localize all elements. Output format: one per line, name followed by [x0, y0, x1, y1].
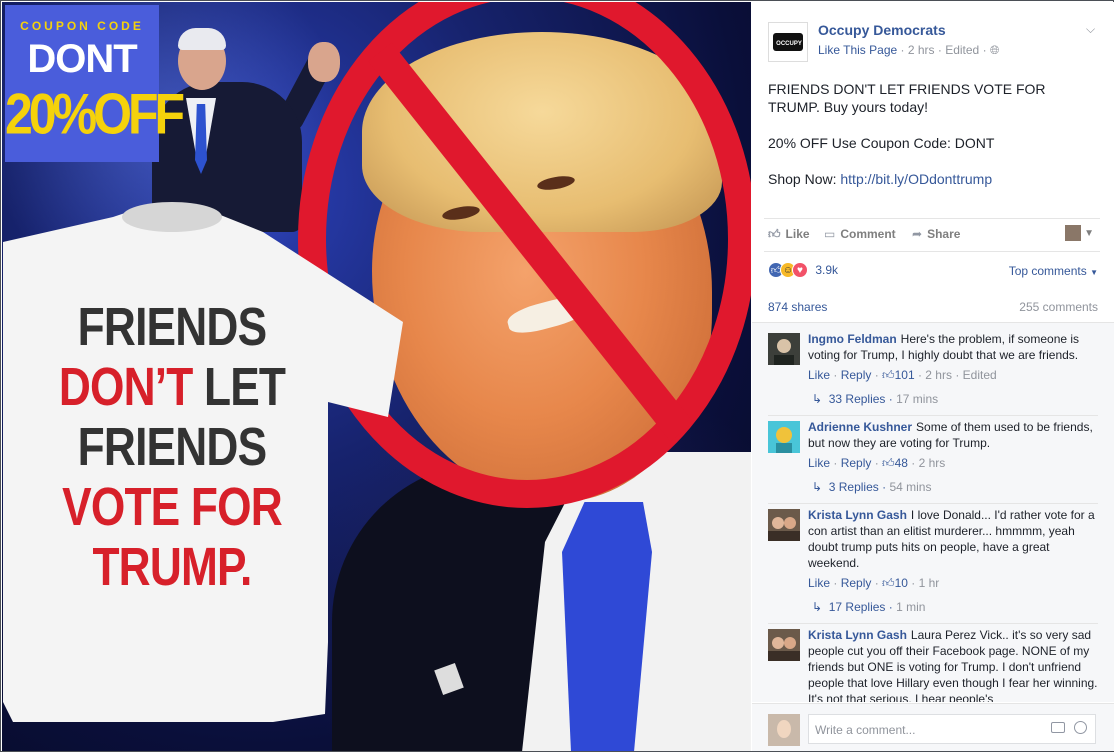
globe-icon: 🌐︎	[989, 43, 1000, 57]
page-avatar[interactable]: OCCUPY	[768, 22, 808, 62]
love-reaction-icon: ♥	[792, 262, 808, 278]
post-time[interactable]: 2 hrs	[908, 43, 935, 57]
reaction-count[interactable]: 3.9k	[815, 263, 838, 277]
thumbs-up-icon: 👍︎	[882, 368, 895, 382]
comment-composer: Write a comment...	[752, 703, 1114, 751]
tshirt-slogan: FRIENDS DON’T LET FRIENDS VOTE FOR TRUMP…	[58, 297, 286, 597]
share-count[interactable]: 874 shares	[768, 300, 827, 314]
view-replies-link[interactable]: ↳ 33 Replies · 17 mins	[812, 391, 1098, 407]
comment-count[interactable]: 255 comments	[1019, 300, 1098, 314]
emoji-icon[interactable]	[1074, 721, 1087, 734]
avatar[interactable]	[768, 333, 800, 365]
facebook-photo-theater: FRIENDS DON’T LET FRIENDS VOTE FOR TRUMP…	[0, 0, 1114, 752]
comment-like-link[interactable]: Like	[808, 368, 830, 382]
comment-icon: ▭	[824, 227, 836, 241]
reply-arrow-icon: ↳	[812, 392, 823, 406]
comment-author[interactable]: Ingmo Feldman	[808, 332, 897, 346]
caret-down-icon: ▼	[1090, 268, 1098, 277]
thumbs-up-icon: 👍︎	[882, 456, 895, 470]
view-replies-link[interactable]: ↳ 3 Replies · 54 mins	[812, 479, 1098, 495]
page-name[interactable]: Occupy Democrats	[818, 22, 946, 38]
comment-author[interactable]: Krista Lynn Gash	[808, 508, 907, 522]
action-bar: 👍︎ Like ▭ Comment ➦ Share ▼	[764, 218, 1100, 252]
reactions-summary[interactable]: 👍︎ ☺ ♥ 3.9k Top comments ▼	[768, 262, 1098, 282]
avatar[interactable]	[768, 629, 800, 661]
post-sidebar: OCCUPY Occupy Democrats Like This Page ·…	[752, 2, 1114, 751]
reply-arrow-icon: ↳	[812, 480, 823, 494]
comment-like-count[interactable]: 👍︎101	[882, 368, 915, 382]
comments-list: Ingmo Feldman Here's the problem, if some…	[752, 322, 1114, 702]
coupon-badge: COUPON CODE DONT 20%OFF	[5, 5, 185, 162]
view-replies-link[interactable]: ↳ 17 Replies · 1 min	[812, 599, 1098, 615]
post-message: FRIENDS DON'T LET FRIENDS VOTE FOR TRUMP…	[768, 81, 1046, 187]
post-photo[interactable]: FRIENDS DON’T LET FRIENDS VOTE FOR TRUMP…	[2, 2, 751, 751]
coupon-discount: 20%OFF	[5, 81, 185, 147]
post-as-selector[interactable]: ▼	[1064, 225, 1094, 241]
coupon-code: DONT	[27, 37, 137, 81]
edited-label[interactable]: Edited	[945, 43, 979, 57]
post-stats: 874 shares 255 comments	[768, 300, 1098, 316]
comment-reply-link[interactable]: Reply	[841, 576, 872, 590]
share-button[interactable]: ➦ Share	[912, 227, 960, 241]
comment-button[interactable]: ▭ Comment	[824, 227, 896, 241]
comment-like-link[interactable]: Like	[808, 456, 830, 470]
comment-author[interactable]: Krista Lynn Gash	[808, 628, 907, 642]
share-arrow-icon: ➦	[912, 227, 923, 241]
comment-author[interactable]: Adrienne Kushner	[808, 420, 912, 434]
chevron-down-icon[interactable]: ⌵	[1086, 22, 1095, 37]
like-button[interactable]: 👍︎ Like	[768, 227, 810, 242]
comment-meta: Like · Reply · 👍︎48 · 2 hrs	[808, 456, 946, 470]
avatar[interactable]	[768, 509, 800, 541]
caret-down-icon: ▼	[1084, 228, 1094, 240]
comment-like-count[interactable]: 👍︎10	[882, 576, 908, 590]
post-meta: Like This Page · 2 hrs · Edited · 🌐︎	[818, 43, 1000, 57]
avatar[interactable]	[768, 421, 800, 453]
camera-icon[interactable]	[1051, 722, 1065, 733]
comment-reply-link[interactable]: Reply	[841, 456, 872, 470]
comment-like-link[interactable]: Like	[808, 576, 830, 590]
comment-input[interactable]: Write a comment...	[808, 714, 1096, 744]
comment-meta: Like · Reply · 👍︎10 · 1 hr	[808, 576, 940, 590]
avatar	[1064, 225, 1081, 241]
thumbs-up-icon: 👍︎	[768, 227, 781, 241]
reply-arrow-icon: ↳	[812, 600, 823, 614]
post-header: OCCUPY Occupy Democrats Like This Page ·…	[768, 18, 1098, 66]
avatar	[768, 714, 800, 746]
like-page-link[interactable]: Like This Page	[818, 43, 897, 57]
ban-symbol-icon	[298, 2, 751, 508]
shop-link[interactable]: http://bit.ly/ODdonttrump	[840, 171, 992, 187]
comment-like-count[interactable]: 👍︎48	[882, 456, 908, 470]
coupon-label: COUPON CODE	[20, 19, 144, 33]
top-comments-dropdown[interactable]: Top comments ▼	[1009, 264, 1098, 278]
comment-meta: Like · Reply · 👍︎101 · 2 hrs · Edited	[808, 368, 997, 382]
thumbs-up-icon: 👍︎	[882, 576, 895, 590]
comment-reply-link[interactable]: Reply	[841, 368, 872, 382]
